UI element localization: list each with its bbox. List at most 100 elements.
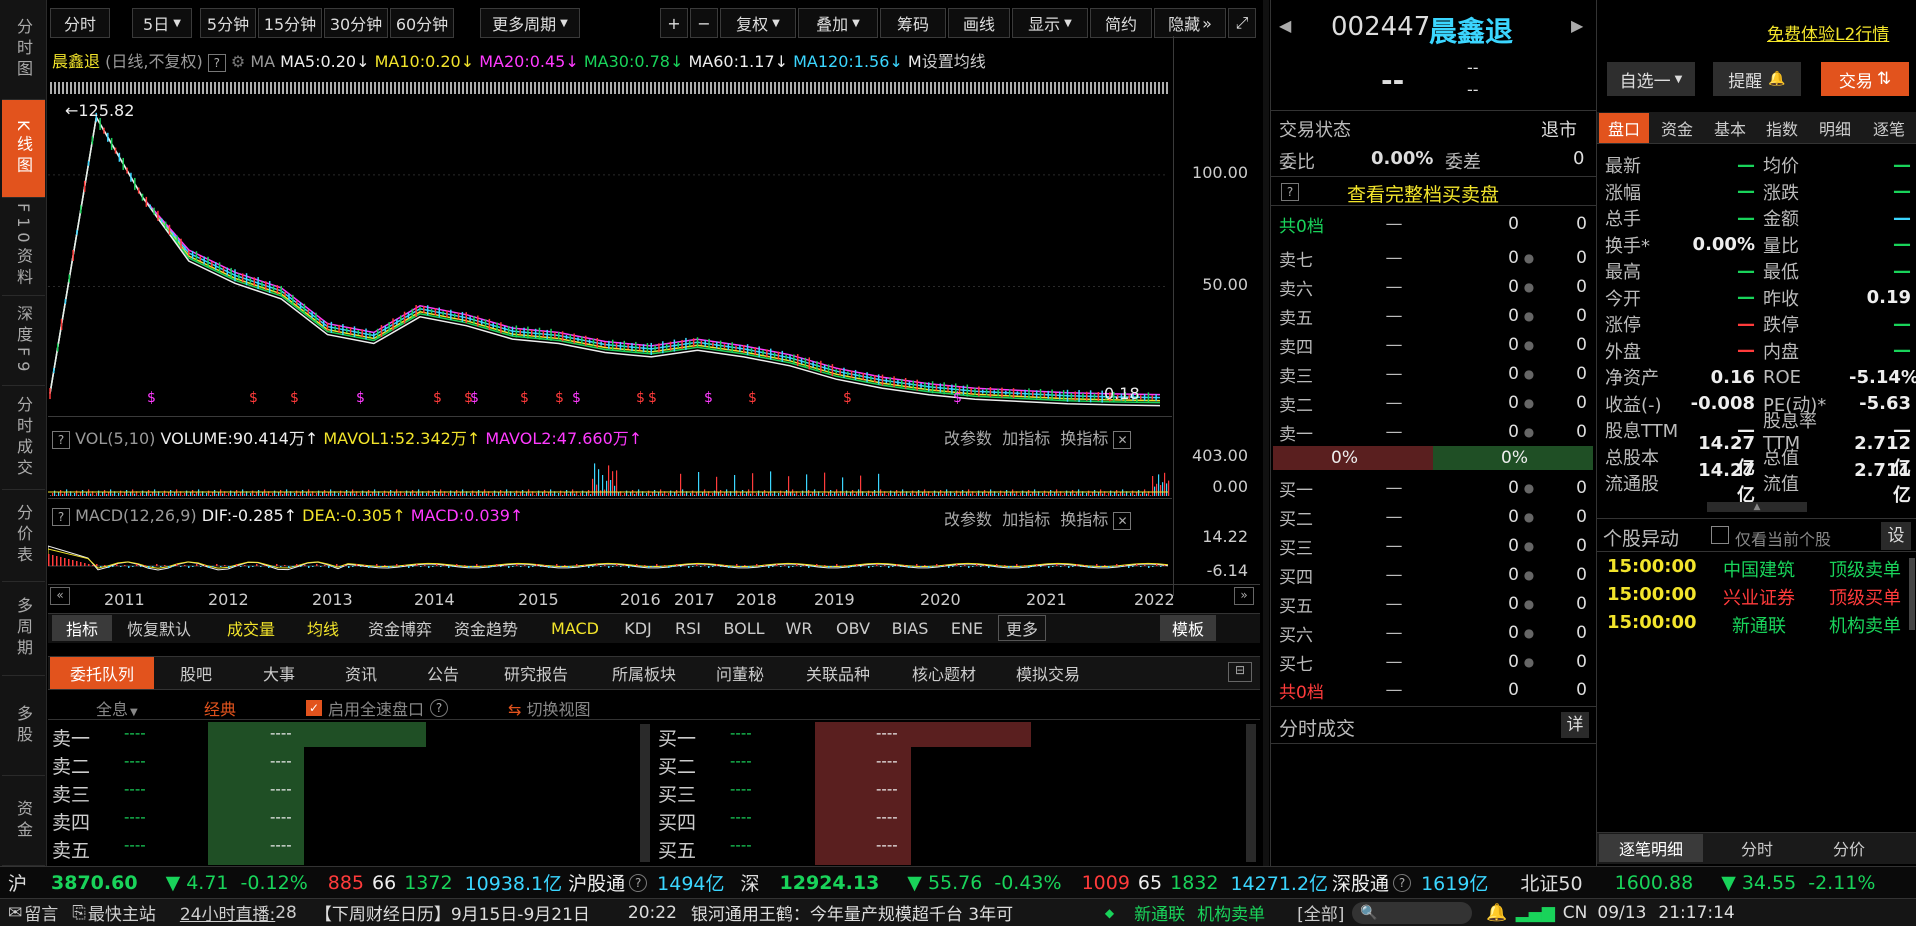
tab-events[interactable]: 大事	[240, 657, 318, 689]
only-current-checkbox[interactable]	[1711, 526, 1729, 544]
nav-multi-period[interactable]: 多周期	[2, 582, 45, 676]
gear-icon[interactable]: ⚙	[231, 52, 245, 71]
help-icon[interactable]: ?	[207, 54, 226, 72]
tab-rsi[interactable]: RSI	[666, 615, 710, 641]
anomaly-row[interactable]: 15:00:00 中国建筑 顶级卖单	[1607, 556, 1907, 582]
sell-level-row[interactable]: 卖四 — 0 ● 0	[1279, 331, 1587, 359]
tab-quote[interactable]: 盘口	[1599, 113, 1649, 143]
anomaly-settings-button[interactable]: 设	[1881, 522, 1911, 550]
scroll-right-icon[interactable]: »	[1234, 587, 1254, 605]
nav-f10[interactable]: F10资料	[2, 198, 45, 296]
volume-chart[interactable]	[48, 448, 1172, 496]
sell-level-row[interactable]: 卖二 — 0 ● 0	[1279, 389, 1587, 417]
tab-more[interactable]: 更多	[998, 615, 1046, 641]
scroll-left-icon[interactable]: «	[50, 587, 70, 605]
tab-funds[interactable]: 资金	[1651, 113, 1703, 143]
help-icon[interactable]: ?	[1281, 182, 1299, 201]
queue-all-select[interactable]: 全息 ▼	[96, 696, 138, 720]
buy-level-row[interactable]: 买五 — 0 ● 0	[1279, 590, 1587, 618]
tab-restore-default[interactable]: 恢复默认	[116, 615, 202, 641]
help-icon[interactable]: ?	[1393, 873, 1412, 892]
tab-news[interactable]: 资讯	[322, 657, 400, 689]
bell-icon[interactable]: 🔔	[1486, 903, 1507, 923]
close-icon[interactable]: ✕	[1113, 431, 1132, 449]
view-full-orderbook[interactable]: 查看完整档买卖盘	[1347, 180, 1499, 207]
nav-depth[interactable]: 深度F9	[2, 296, 45, 386]
tab-basic[interactable]: 基本	[1705, 113, 1755, 143]
period-intraday[interactable]: 分时	[50, 8, 110, 38]
nav-price-table[interactable]: 分价表	[2, 490, 45, 582]
help-icon[interactable]: ?	[629, 873, 648, 892]
sell-total-row[interactable]: 共0档 — 0 0	[1279, 210, 1587, 238]
fastest-server[interactable]: 最快主站	[88, 900, 156, 925]
period-15min[interactable]: 15分钟	[258, 8, 322, 38]
rights-button[interactable]: 复权 ▼	[720, 8, 796, 38]
nav-trades[interactable]: 分时成交	[2, 386, 45, 490]
bz-label[interactable]: 北证50	[1520, 869, 1582, 896]
tab-obv[interactable]: OBV	[828, 615, 878, 641]
sell-level-row[interactable]: 卖一 — 0 ● 0	[1279, 418, 1587, 446]
message-link[interactable]: 留言	[24, 900, 58, 925]
anomaly-row[interactable]: 15:00:00 兴业证券 顶级买单	[1607, 584, 1907, 610]
display-button[interactable]: 显示 ▼	[1012, 8, 1088, 38]
intraday-trades-title[interactable]: 分时成交	[1279, 714, 1355, 741]
tab-volume[interactable]: 成交量	[218, 615, 284, 641]
zoom-out-button[interactable]: −	[690, 8, 718, 38]
tab-tick[interactable]: 逐笔	[1863, 113, 1915, 143]
sell-level-row[interactable]: 卖五 — 0 ● 0	[1279, 302, 1587, 330]
tab-ask-board[interactable]: 问董秘	[702, 657, 778, 689]
watchlist-button[interactable]: 自选一 ▼	[1607, 62, 1695, 96]
tab-ma[interactable]: 均线	[296, 615, 350, 641]
buy-total-row[interactable]: 共0档 — 0 0	[1279, 676, 1587, 704]
macd-chart[interactable]	[48, 528, 1172, 578]
tab-sectors[interactable]: 所属板块	[596, 657, 692, 689]
tab-index[interactable]: 指数	[1757, 113, 1807, 143]
kline-chart[interactable]: $ $ $ $ $ $$ $ $ $ $ $ $ $ $ $	[48, 96, 1172, 408]
search-input[interactable]: 🔍	[1352, 901, 1473, 924]
tab-boll[interactable]: BOLL	[716, 615, 772, 641]
sell-level-row[interactable]: 卖三 — 0 ● 0	[1279, 360, 1587, 388]
splitter[interactable]	[1263, 0, 1269, 866]
live-label[interactable]: 24小时直播:	[180, 900, 275, 925]
nav-funds[interactable]: 资金	[2, 776, 45, 866]
nav-kline[interactable]: K线图	[2, 100, 45, 198]
message-icon[interactable]: ✉	[8, 903, 22, 923]
help-icon[interactable]: ?	[430, 699, 449, 717]
tab-fund-trend[interactable]: 资金趋势	[444, 615, 528, 641]
detail-button[interactable]: 详	[1561, 712, 1589, 738]
period-60min[interactable]: 60分钟	[390, 8, 454, 38]
period-5min[interactable]: 5分钟	[200, 8, 256, 38]
help-icon[interactable]: ?	[52, 508, 70, 526]
news-headline[interactable]: 【下周财经日历】9月15日-9月21日	[315, 900, 590, 925]
l2-trial-link[interactable]: 免费体验L2行情	[1767, 20, 1889, 45]
news-headline[interactable]: 银河通用王鹤：今年量产规模超千台 3年可	[691, 900, 1091, 925]
chips-button[interactable]: 筹码	[880, 8, 946, 38]
checkbox-checked-icon[interactable]: ✓	[306, 700, 322, 716]
tab-tick-detail[interactable]: 逐笔明细	[1599, 834, 1703, 862]
scrollbar[interactable]	[1909, 558, 1915, 630]
tab-intraday[interactable]: 分时	[1717, 834, 1797, 862]
simple-button[interactable]: 简约	[1090, 8, 1152, 38]
macd-add-indicator[interactable]: 加指标	[1002, 510, 1050, 529]
macd-switch-indicator[interactable]: 换指标	[1060, 510, 1108, 529]
collapse-icon[interactable]: ▲	[1707, 502, 1807, 512]
tab-order-queue[interactable]: 委托队列	[50, 657, 154, 689]
next-stock-icon[interactable]: ▶	[1571, 16, 1583, 35]
tab-fund-game[interactable]: 资金博弈	[358, 615, 442, 641]
trade-button[interactable]: 交易 ⇅	[1821, 62, 1909, 96]
tab-sim-trade[interactable]: 模拟交易	[1000, 657, 1096, 689]
draw-button[interactable]: 画线	[948, 8, 1010, 38]
buy-level-row[interactable]: 买七 — 0 ● 0	[1279, 648, 1587, 676]
buy-level-row[interactable]: 买三 — 0 ● 0	[1279, 532, 1587, 560]
help-icon[interactable]: ?	[52, 431, 70, 449]
queue-enable-toggle[interactable]: ✓ 启用全速盘口 ?	[306, 696, 449, 720]
sh-label[interactable]: 沪	[8, 869, 27, 896]
tab-kdj[interactable]: KDJ	[616, 615, 660, 641]
tab-macd[interactable]: MACD	[542, 615, 608, 641]
nav-intraday[interactable]: 分时图	[2, 0, 45, 100]
macd-change-param[interactable]: 改参数	[944, 510, 992, 529]
sz-label[interactable]: 深	[741, 869, 760, 896]
prev-stock-icon[interactable]: ◀	[1279, 16, 1291, 35]
switch-view-button[interactable]: ⇆ 切换视图	[508, 696, 591, 720]
tab-bias[interactable]: BIAS	[882, 615, 938, 641]
